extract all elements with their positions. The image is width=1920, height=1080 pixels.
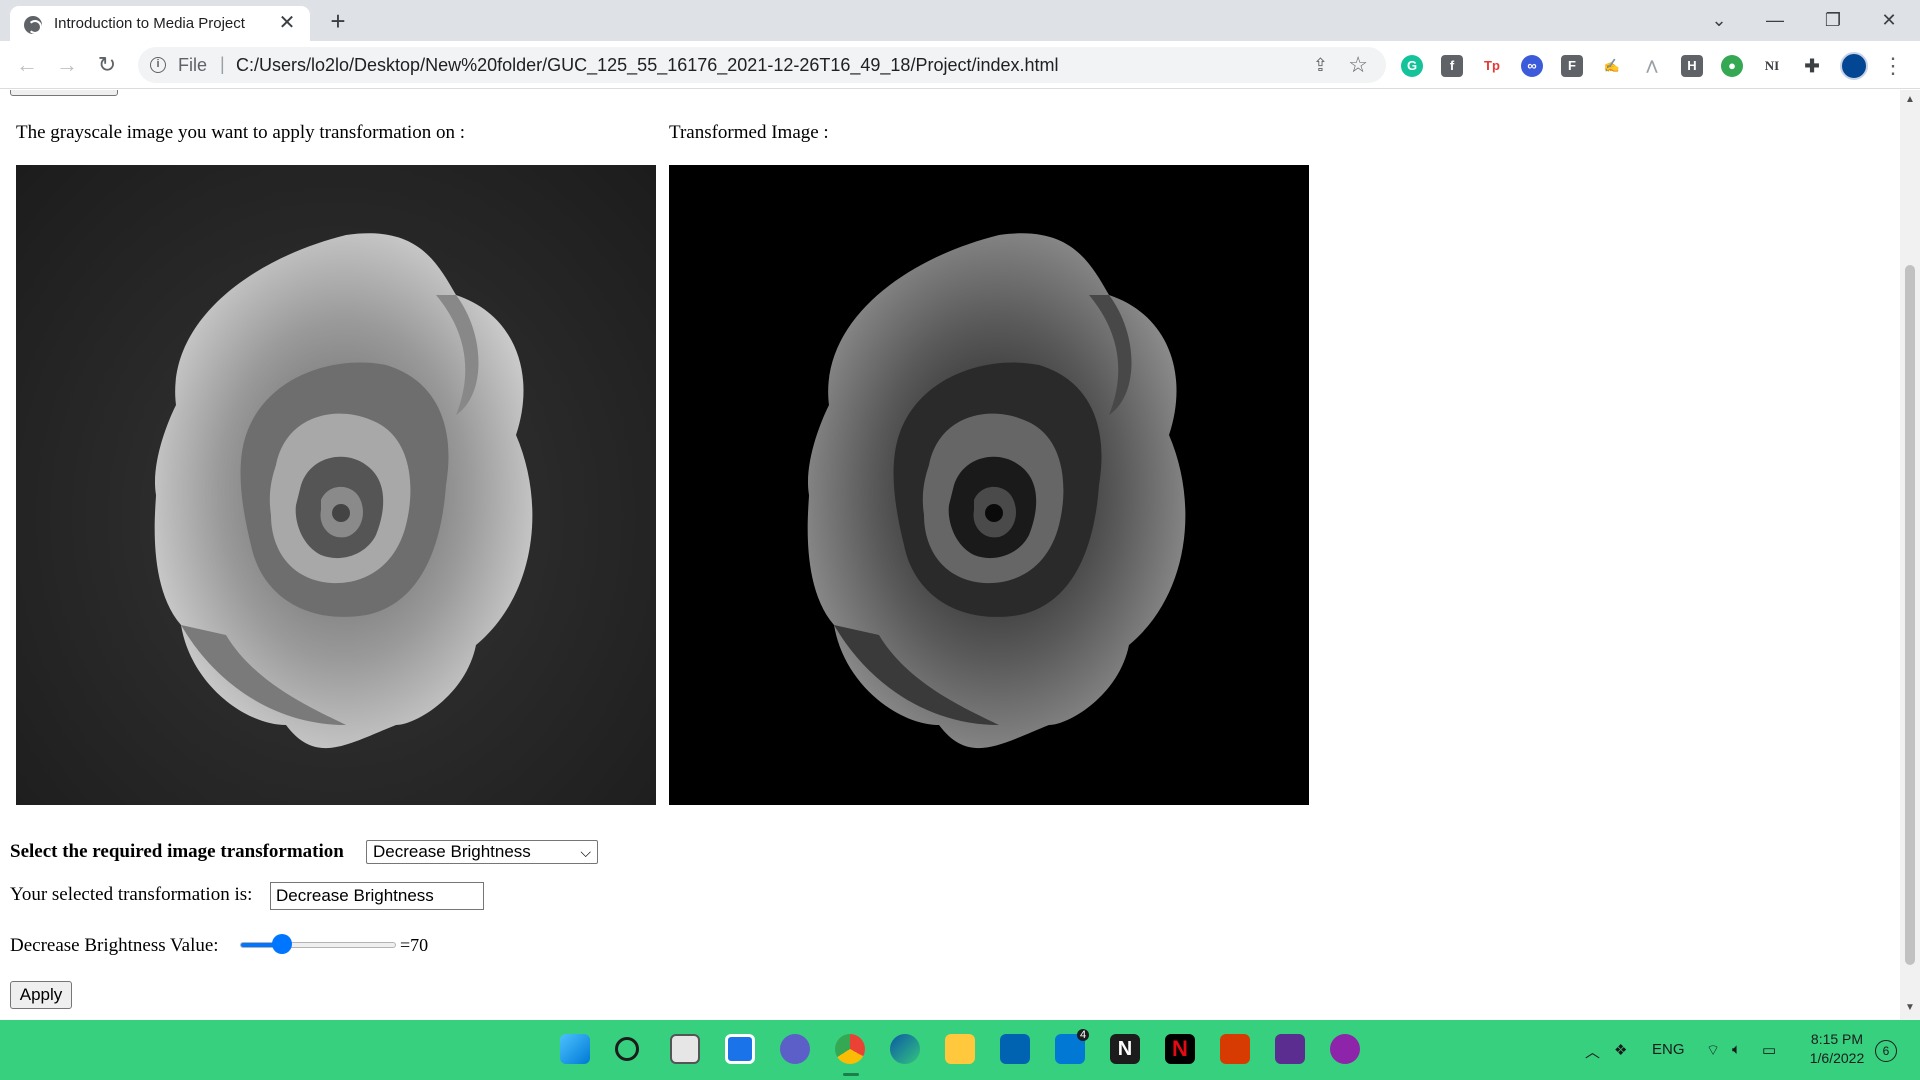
- office-icon[interactable]: [1220, 1034, 1250, 1064]
- chevron-up-icon[interactable]: ︿: [1585, 1041, 1600, 1062]
- netflix-icon[interactable]: N: [1165, 1034, 1195, 1064]
- kebab-menu-icon[interactable]: ⋮: [1882, 54, 1904, 78]
- minimize-button[interactable]: —: [1752, 4, 1798, 36]
- scroll-down-icon[interactable]: ▼: [1905, 1002, 1915, 1013]
- edge-icon[interactable]: [890, 1034, 920, 1064]
- address-bar[interactable]: i File | C:/Users/lo2lo/Desktop/New%20fo…: [138, 47, 1386, 83]
- back-button[interactable]: ←: [12, 50, 42, 80]
- active-tab[interactable]: Introduction to Media Project ✕: [10, 6, 310, 41]
- globe-extension-icon[interactable]: ●: [1721, 55, 1743, 77]
- close-tab-icon[interactable]: ✕: [276, 12, 298, 34]
- windows-taskbar: N N: [0, 1020, 1920, 1080]
- globe-icon: [24, 16, 42, 34]
- infinity-icon[interactable]: ∞: [1521, 55, 1543, 77]
- choose-file-button[interactable]: [10, 90, 118, 96]
- restore-button[interactable]: ❐: [1810, 4, 1856, 36]
- selected-transformation-field[interactable]: Decrease Brightness: [270, 882, 484, 910]
- wifi-icon[interactable]: ⌔: [1706, 1041, 1720, 1060]
- clock[interactable]: 8:15 PM 1/6/2022: [1802, 1030, 1872, 1068]
- tab-search-icon[interactable]: ⌄: [1696, 4, 1742, 36]
- adobe-icon[interactable]: ⋀: [1641, 55, 1663, 77]
- facebook-icon[interactable]: f: [1441, 55, 1463, 77]
- transformation-select-label: Select the required image transformation: [10, 841, 344, 862]
- tp-icon[interactable]: Tp: [1481, 55, 1503, 77]
- original-image-caption: The grayscale image you want to apply tr…: [16, 122, 466, 143]
- slider-thumb[interactable]: [272, 934, 293, 954]
- f-icon[interactable]: F: [1561, 55, 1583, 77]
- battery-icon[interactable]: ▭: [1762, 1041, 1776, 1059]
- chrome-active-indicator: [843, 1073, 859, 1076]
- page-content: The grayscale image you want to apply tr…: [0, 90, 1900, 1020]
- browser-tab-strip: Introduction to Media Project ✕ + ⌄ — ❐ …: [0, 0, 1920, 41]
- url-scheme: File: [178, 55, 208, 75]
- h-icon[interactable]: H: [1681, 55, 1703, 77]
- clock-time: 8:15 PM: [1810, 1031, 1864, 1047]
- dropbox-icon[interactable]: ❖: [1614, 1041, 1627, 1059]
- signature-icon[interactable]: ✍: [1601, 55, 1623, 77]
- visual-studio-icon[interactable]: [1275, 1034, 1305, 1064]
- new-tab-button[interactable]: +: [324, 7, 352, 35]
- bookmark-star-icon[interactable]: ☆: [1348, 52, 1368, 78]
- file-explorer-icon[interactable]: [945, 1034, 975, 1064]
- forward-button[interactable]: →: [52, 50, 82, 80]
- original-grayscale-image: [16, 165, 656, 805]
- notion-icon[interactable]: N: [1110, 1034, 1140, 1064]
- scroll-up-icon[interactable]: ▲: [1905, 94, 1915, 105]
- volume-icon[interactable]: 🔈︎: [1732, 1041, 1741, 1058]
- share-icon[interactable]: ⇪: [1313, 55, 1328, 76]
- tab-title: Introduction to Media Project: [54, 15, 245, 32]
- transformation-select[interactable]: Decrease Brightness ⌵: [366, 840, 598, 864]
- reload-button[interactable]: ↻: [92, 50, 122, 80]
- teams-icon[interactable]: [780, 1034, 810, 1064]
- page-scrollbar[interactable]: ▲ ▼: [1900, 90, 1920, 1020]
- selected-transformation-label: Your selected transformation is:: [10, 884, 253, 905]
- language-indicator[interactable]: ENG: [1652, 1041, 1685, 1058]
- transformation-select-value: Decrease Brightness: [373, 842, 531, 861]
- widgets-icon[interactable]: [725, 1034, 755, 1064]
- brightness-slider[interactable]: [240, 942, 396, 948]
- puzzle-icon[interactable]: ✚: [1801, 55, 1823, 77]
- brightness-value-text: =70: [400, 935, 429, 955]
- mail-badge: 4: [1077, 1029, 1090, 1041]
- close-window-button[interactable]: ✕: [1866, 4, 1912, 36]
- browser-toolbar: ← → ↻ i File | C:/Users/lo2lo/Desktop/Ne…: [0, 41, 1920, 89]
- url-separator: |: [220, 54, 225, 74]
- podcast-icon[interactable]: [1330, 1034, 1360, 1064]
- store-icon[interactable]: [1000, 1034, 1030, 1064]
- chrome-icon[interactable]: [835, 1034, 865, 1064]
- ni-icon[interactable]: NI: [1761, 55, 1783, 77]
- clock-date: 1/6/2022: [1809, 1050, 1865, 1066]
- search-icon[interactable]: [615, 1037, 639, 1061]
- scrollbar-thumb[interactable]: [1905, 265, 1915, 965]
- transformed-image-caption: Transformed Image :: [669, 122, 829, 143]
- apply-button[interactable]: Apply: [10, 981, 72, 1009]
- brightness-value-label: Decrease Brightness Value:: [10, 935, 219, 956]
- notification-badge[interactable]: 6: [1875, 1040, 1897, 1062]
- url-text[interactable]: C:/Users/lo2lo/Desktop/New%20folder/GUC_…: [236, 55, 1059, 76]
- start-icon[interactable]: [560, 1034, 590, 1064]
- transformed-image: [669, 165, 1309, 805]
- profile-avatar[interactable]: [1840, 52, 1868, 80]
- task-view-icon[interactable]: [670, 1034, 700, 1064]
- chevron-down-icon: ⌵: [580, 844, 591, 860]
- info-icon[interactable]: i: [150, 57, 166, 73]
- grammarly-icon[interactable]: G: [1401, 55, 1423, 77]
